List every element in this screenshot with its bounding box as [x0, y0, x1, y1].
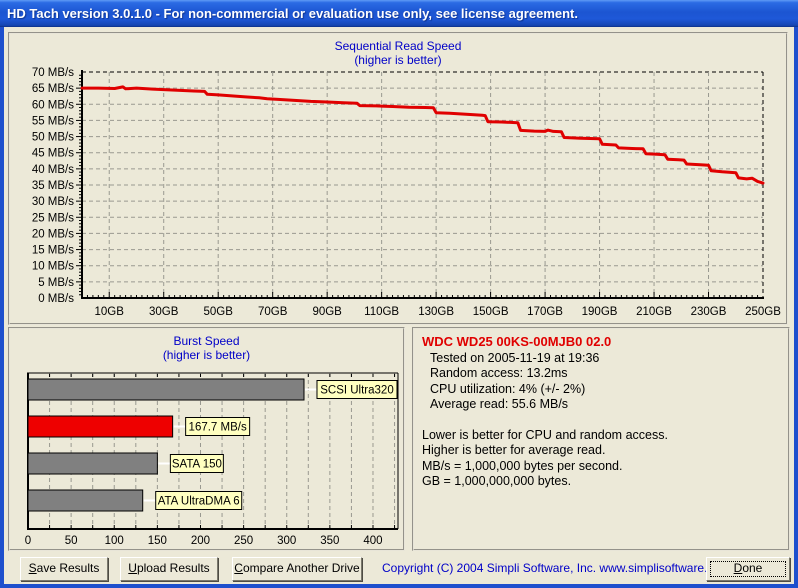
svg-text:250: 250	[234, 535, 253, 547]
svg-text:60 MB/s: 60 MB/s	[32, 99, 74, 111]
burst-bar-3	[27, 489, 144, 512]
svg-text:90GB: 90GB	[312, 306, 342, 318]
svg-text:ATA UltraDMA 6: ATA UltraDMA 6	[158, 496, 240, 508]
done-button[interactable]: Done	[706, 557, 790, 581]
note-line: MB/s = 1,000,000 bytes per second.	[422, 458, 623, 473]
svg-text:5 MB/s: 5 MB/s	[38, 277, 74, 289]
cpu-utilization-line: CPU utilization: 4% (+/- 2%)	[430, 381, 586, 396]
svg-text:210GB: 210GB	[636, 306, 672, 318]
svg-text:45 MB/s: 45 MB/s	[32, 148, 74, 160]
svg-text:150: 150	[148, 535, 167, 547]
svg-text:170GB: 170GB	[527, 306, 563, 318]
sequential-read-panel: Sequential Read Speed (higher is better)…	[8, 32, 788, 325]
tested-on-line: Tested on 2005-11-19 at 19:36	[430, 350, 600, 365]
compare-another-drive-button[interactable]: Compare Another Drive	[232, 557, 362, 581]
svg-text:190GB: 190GB	[582, 306, 618, 318]
svg-text:15 MB/s: 15 MB/s	[32, 245, 74, 257]
svg-text:50: 50	[65, 535, 78, 547]
note-line: Lower is better for CPU and random acces…	[422, 427, 668, 442]
sequential-read-svg: 0 MB/s 5 MB/s 10 MB/s 15 MB/s 20 MB/s 25 MB/s…	[32, 67, 781, 318]
svg-text:110GB: 110GB	[364, 306, 399, 318]
upload-results-button[interactable]: Upload Results	[120, 557, 218, 581]
burst-bar-0	[27, 378, 305, 401]
svg-text:250GB: 250GB	[745, 306, 781, 318]
drive-name: WDC WD25 00KS-00MJB0 02.0	[422, 334, 612, 349]
svg-text:55 MB/s: 55 MB/s	[32, 115, 74, 127]
drive-info-panel: WDC WD25 00KS-00MJB0 02.0 Tested on 2005…	[412, 327, 790, 551]
window-title: HD Tach version 3.0.1.0 - For non-commer…	[7, 6, 578, 21]
svg-text:167.7 MB/s: 167.7 MB/s	[189, 422, 247, 434]
svg-text:30 MB/s: 30 MB/s	[32, 196, 74, 208]
burst-speed-svg: 0 50 100 150 200 250 300 350 400 SCSI Ultra320 167…	[25, 372, 399, 547]
svg-text:400: 400	[363, 535, 382, 547]
save-results-button[interactable]: Save Results	[20, 557, 108, 581]
svg-text:SATA 150: SATA 150	[172, 459, 222, 471]
burst-bar-2	[27, 452, 158, 475]
svg-text:130GB: 130GB	[418, 306, 454, 318]
burst-speed-chart: 0 50 100 150 200 250 300 350 400 SCSI Ultra320 167…	[10, 329, 403, 549]
svg-text:300: 300	[277, 535, 296, 547]
svg-text:35 MB/s: 35 MB/s	[32, 180, 74, 192]
read-speed-line	[80, 85, 765, 185]
svg-text:0 MB/s: 0 MB/s	[38, 293, 74, 305]
svg-text:50GB: 50GB	[203, 306, 233, 318]
burst-speed-panel: Burst Speed (higher is better) 0 50 100 150…	[8, 327, 405, 551]
note-line: GB = 1,000,000,000 bytes.	[422, 474, 572, 488]
svg-text:30GB: 30GB	[149, 306, 179, 318]
svg-text:50 MB/s: 50 MB/s	[32, 132, 74, 144]
svg-text:20 MB/s: 20 MB/s	[32, 228, 74, 240]
svg-text:40 MB/s: 40 MB/s	[32, 164, 74, 176]
svg-text:10GB: 10GB	[95, 306, 125, 318]
svg-text:100: 100	[105, 535, 124, 547]
svg-text:350: 350	[320, 535, 339, 547]
copyright-text: Copyright (C) 2004 Simpli Software, Inc.…	[382, 561, 731, 575]
svg-text:70 MB/s: 70 MB/s	[32, 67, 74, 79]
svg-text:0: 0	[25, 535, 31, 547]
svg-text:70GB: 70GB	[258, 306, 288, 318]
svg-text:65 MB/s: 65 MB/s	[32, 83, 74, 95]
svg-text:10 MB/s: 10 MB/s	[32, 261, 74, 273]
hd-tach-window: { "window": { "title": "HD Tach version …	[0, 0, 798, 588]
sequential-read-chart: 0 MB/s 5 MB/s 10 MB/s 15 MB/s 20 MB/s 25 MB/s…	[10, 34, 786, 323]
svg-text:SCSI Ultra320: SCSI Ultra320	[320, 385, 394, 397]
svg-text:230GB: 230GB	[691, 306, 727, 318]
svg-text:150GB: 150GB	[473, 306, 509, 318]
svg-text:200: 200	[191, 535, 210, 547]
average-read-line: Average read: 55.6 MB/s	[430, 397, 569, 411]
random-access-line: Random access: 13.2ms	[430, 366, 568, 380]
svg-text:25 MB/s: 25 MB/s	[32, 212, 74, 224]
client-area: Sequential Read Speed (higher is better)…	[4, 27, 794, 584]
note-line: Higher is better for average read.	[422, 443, 606, 457]
burst-bar-1	[27, 415, 174, 438]
window-title-bar[interactable]: HD Tach version 3.0.1.0 - For non-commer…	[0, 0, 798, 27]
